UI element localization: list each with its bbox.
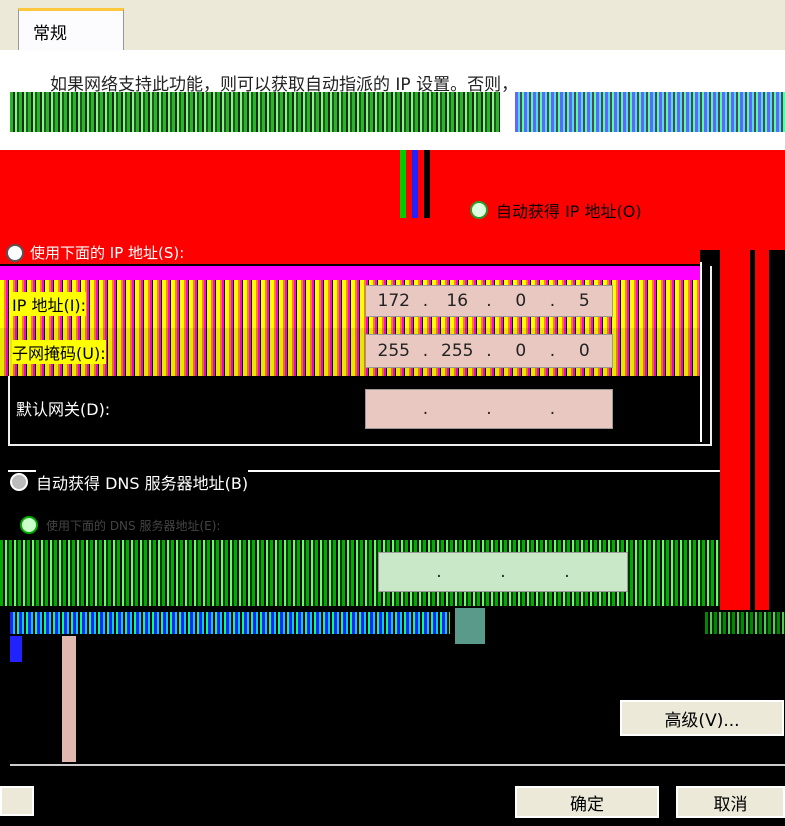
gateway-field[interactable]: . . . [365, 389, 613, 429]
subnet-mask-label: 子网掩码(U): [12, 340, 106, 364]
auto-dns-label: 自动获得 DNS 服务器地址(B) [36, 470, 249, 494]
render-artifact [10, 612, 450, 634]
subnet-mask-field[interactable]: 255. 255. 0. 0 [365, 334, 613, 368]
mask-octet-1: 255 [377, 341, 410, 361]
render-artifact [400, 150, 406, 218]
render-artifact [10, 636, 22, 662]
render-artifact [62, 636, 76, 762]
manual-dns-radio[interactable] [20, 516, 38, 534]
auto-dns-radio[interactable] [10, 473, 28, 491]
preferred-dns-field[interactable]: . . . [378, 552, 628, 592]
mask-octet-3: 0 [515, 341, 527, 361]
gateway-label: 默认网关(D): [16, 400, 111, 419]
render-artifact [0, 150, 785, 250]
render-artifact [424, 150, 430, 218]
render-artifact [755, 250, 769, 610]
render-artifact [455, 608, 485, 644]
manual-dns-label: 使用下面的 DNS 服务器地址(E): [46, 518, 221, 533]
render-artifact [10, 92, 500, 132]
panel-bottom-border [10, 764, 785, 766]
render-artifact [412, 150, 418, 218]
auto-ip-label: 自动获得 IP 地址(O) [496, 202, 642, 221]
cancel-button[interactable]: 取消 [674, 784, 785, 820]
ip-address-field[interactable]: 172. 16. 0. 5 [365, 285, 613, 317]
manual-dns-option[interactable]: 使用下面的 DNS 服务器地址(E): [20, 516, 220, 534]
partial-button [0, 784, 36, 818]
tab-general[interactable]: 常规 [18, 8, 124, 55]
advanced-button[interactable]: 高级(V)... [618, 698, 785, 738]
ip-octet-4: 5 [578, 291, 590, 311]
auto-ip-radio[interactable] [470, 201, 488, 219]
auto-dns-option[interactable]: 自动获得 DNS 服务器地址(B) [10, 470, 249, 494]
ip-octet-3: 0 [515, 291, 527, 311]
ip-address-label: IP 地址(I): [12, 292, 87, 316]
render-artifact [0, 266, 700, 280]
mask-octet-4: 0 [578, 341, 590, 361]
render-artifact [705, 612, 785, 634]
manual-ip-radio[interactable] [6, 243, 24, 262]
manual-ip-option[interactable]: 使用下面的 IP 地址(S): [6, 242, 184, 263]
ok-button[interactable]: 确定 [513, 784, 661, 820]
ip-octet-1: 172 [377, 291, 410, 311]
auto-ip-option[interactable]: 自动获得 IP 地址(O) [470, 198, 642, 222]
manual-ip-label: 使用下面的 IP 地址(S): [30, 244, 185, 262]
ip-octet-2: 16 [446, 291, 469, 311]
tab-general-label: 常规 [33, 24, 67, 44]
render-artifact [515, 92, 785, 132]
mask-octet-2: 255 [441, 341, 474, 361]
render-artifact [700, 262, 702, 442]
render-artifact [720, 250, 750, 610]
